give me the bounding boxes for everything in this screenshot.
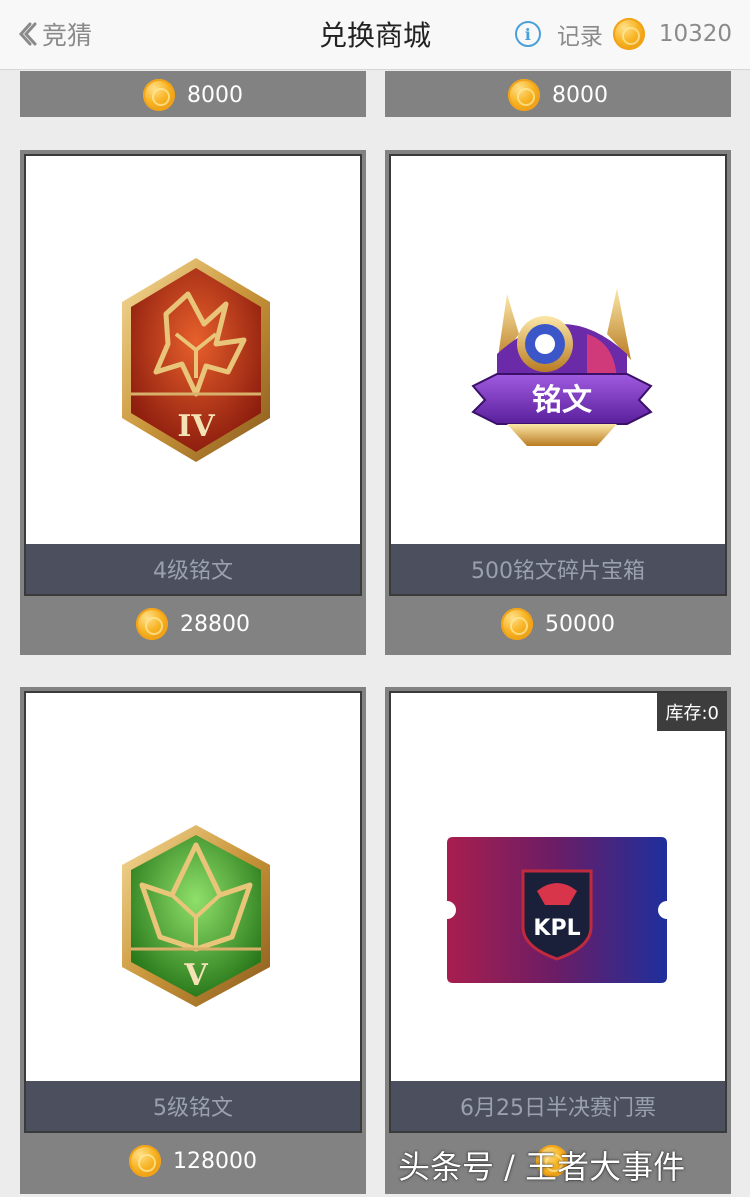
product-name: 500铭文碎片宝箱 — [389, 544, 727, 596]
coin-icon — [508, 79, 540, 111]
product-card[interactable]: 铭文 500铭文碎片宝箱 50000 — [385, 150, 731, 655]
kpl-ticket-icon: KPL — [447, 837, 667, 983]
price-value: 50000 — [545, 611, 615, 637]
coin-icon — [143, 79, 175, 111]
rune-chest-icon: 铭文 — [471, 288, 653, 446]
coin-balance: 10320 — [658, 21, 732, 47]
product-name: 5级铭文 — [24, 1081, 362, 1133]
coin-icon — [129, 1145, 161, 1177]
rune-level-4-icon: IV — [122, 258, 270, 462]
price-value: 8000 — [552, 82, 608, 108]
coin-icon — [136, 608, 168, 640]
price-value: 128000 — [173, 1148, 257, 1174]
price-row: 128000 — [20, 1133, 366, 1189]
price-row: 50000 — [385, 596, 731, 652]
ticket-logo-text: KPL — [533, 916, 580, 941]
product-image-panel: KPL — [389, 691, 727, 1083]
product-name: 4级铭文 — [24, 544, 362, 596]
rune-level-5-icon: V — [122, 825, 270, 1007]
product-card[interactable]: V 5级铭文 128000 — [20, 687, 366, 1194]
watermark: 头条号 / 王者大事件 — [398, 1148, 686, 1186]
info-icon[interactable]: i — [514, 21, 541, 47]
coin-icon — [501, 608, 533, 640]
product-card[interactable]: 8000 — [20, 71, 366, 117]
records-link[interactable]: 记录 — [557, 17, 603, 51]
product-card[interactable]: 8000 — [385, 71, 731, 117]
price-row: 8000 — [20, 67, 366, 123]
top-bar: 竞猜 兑换商城 i 记录 10320 — [0, 0, 750, 70]
price-row: 8000 — [385, 67, 731, 123]
product-name: 6月25日半决赛门票 — [389, 1081, 727, 1133]
price-value: 8000 — [187, 82, 243, 108]
product-card[interactable]: IV 4级铭文 28800 — [20, 150, 366, 655]
product-image-panel: IV — [24, 154, 362, 546]
price-row: 28800 — [20, 596, 366, 652]
product-image-panel: 铭文 — [389, 154, 727, 546]
emblem-label: V — [183, 958, 208, 993]
product-card[interactable]: 库存:0 KPL 6月25日半决赛门票 — [385, 687, 731, 1194]
stock-badge: 库存:0 — [657, 693, 727, 731]
price-value: 28800 — [180, 611, 250, 637]
banner-text: 铭文 — [532, 383, 592, 418]
product-image-panel: V — [24, 691, 362, 1083]
coin-icon — [612, 18, 645, 50]
emblem-label: IV — [177, 409, 215, 444]
